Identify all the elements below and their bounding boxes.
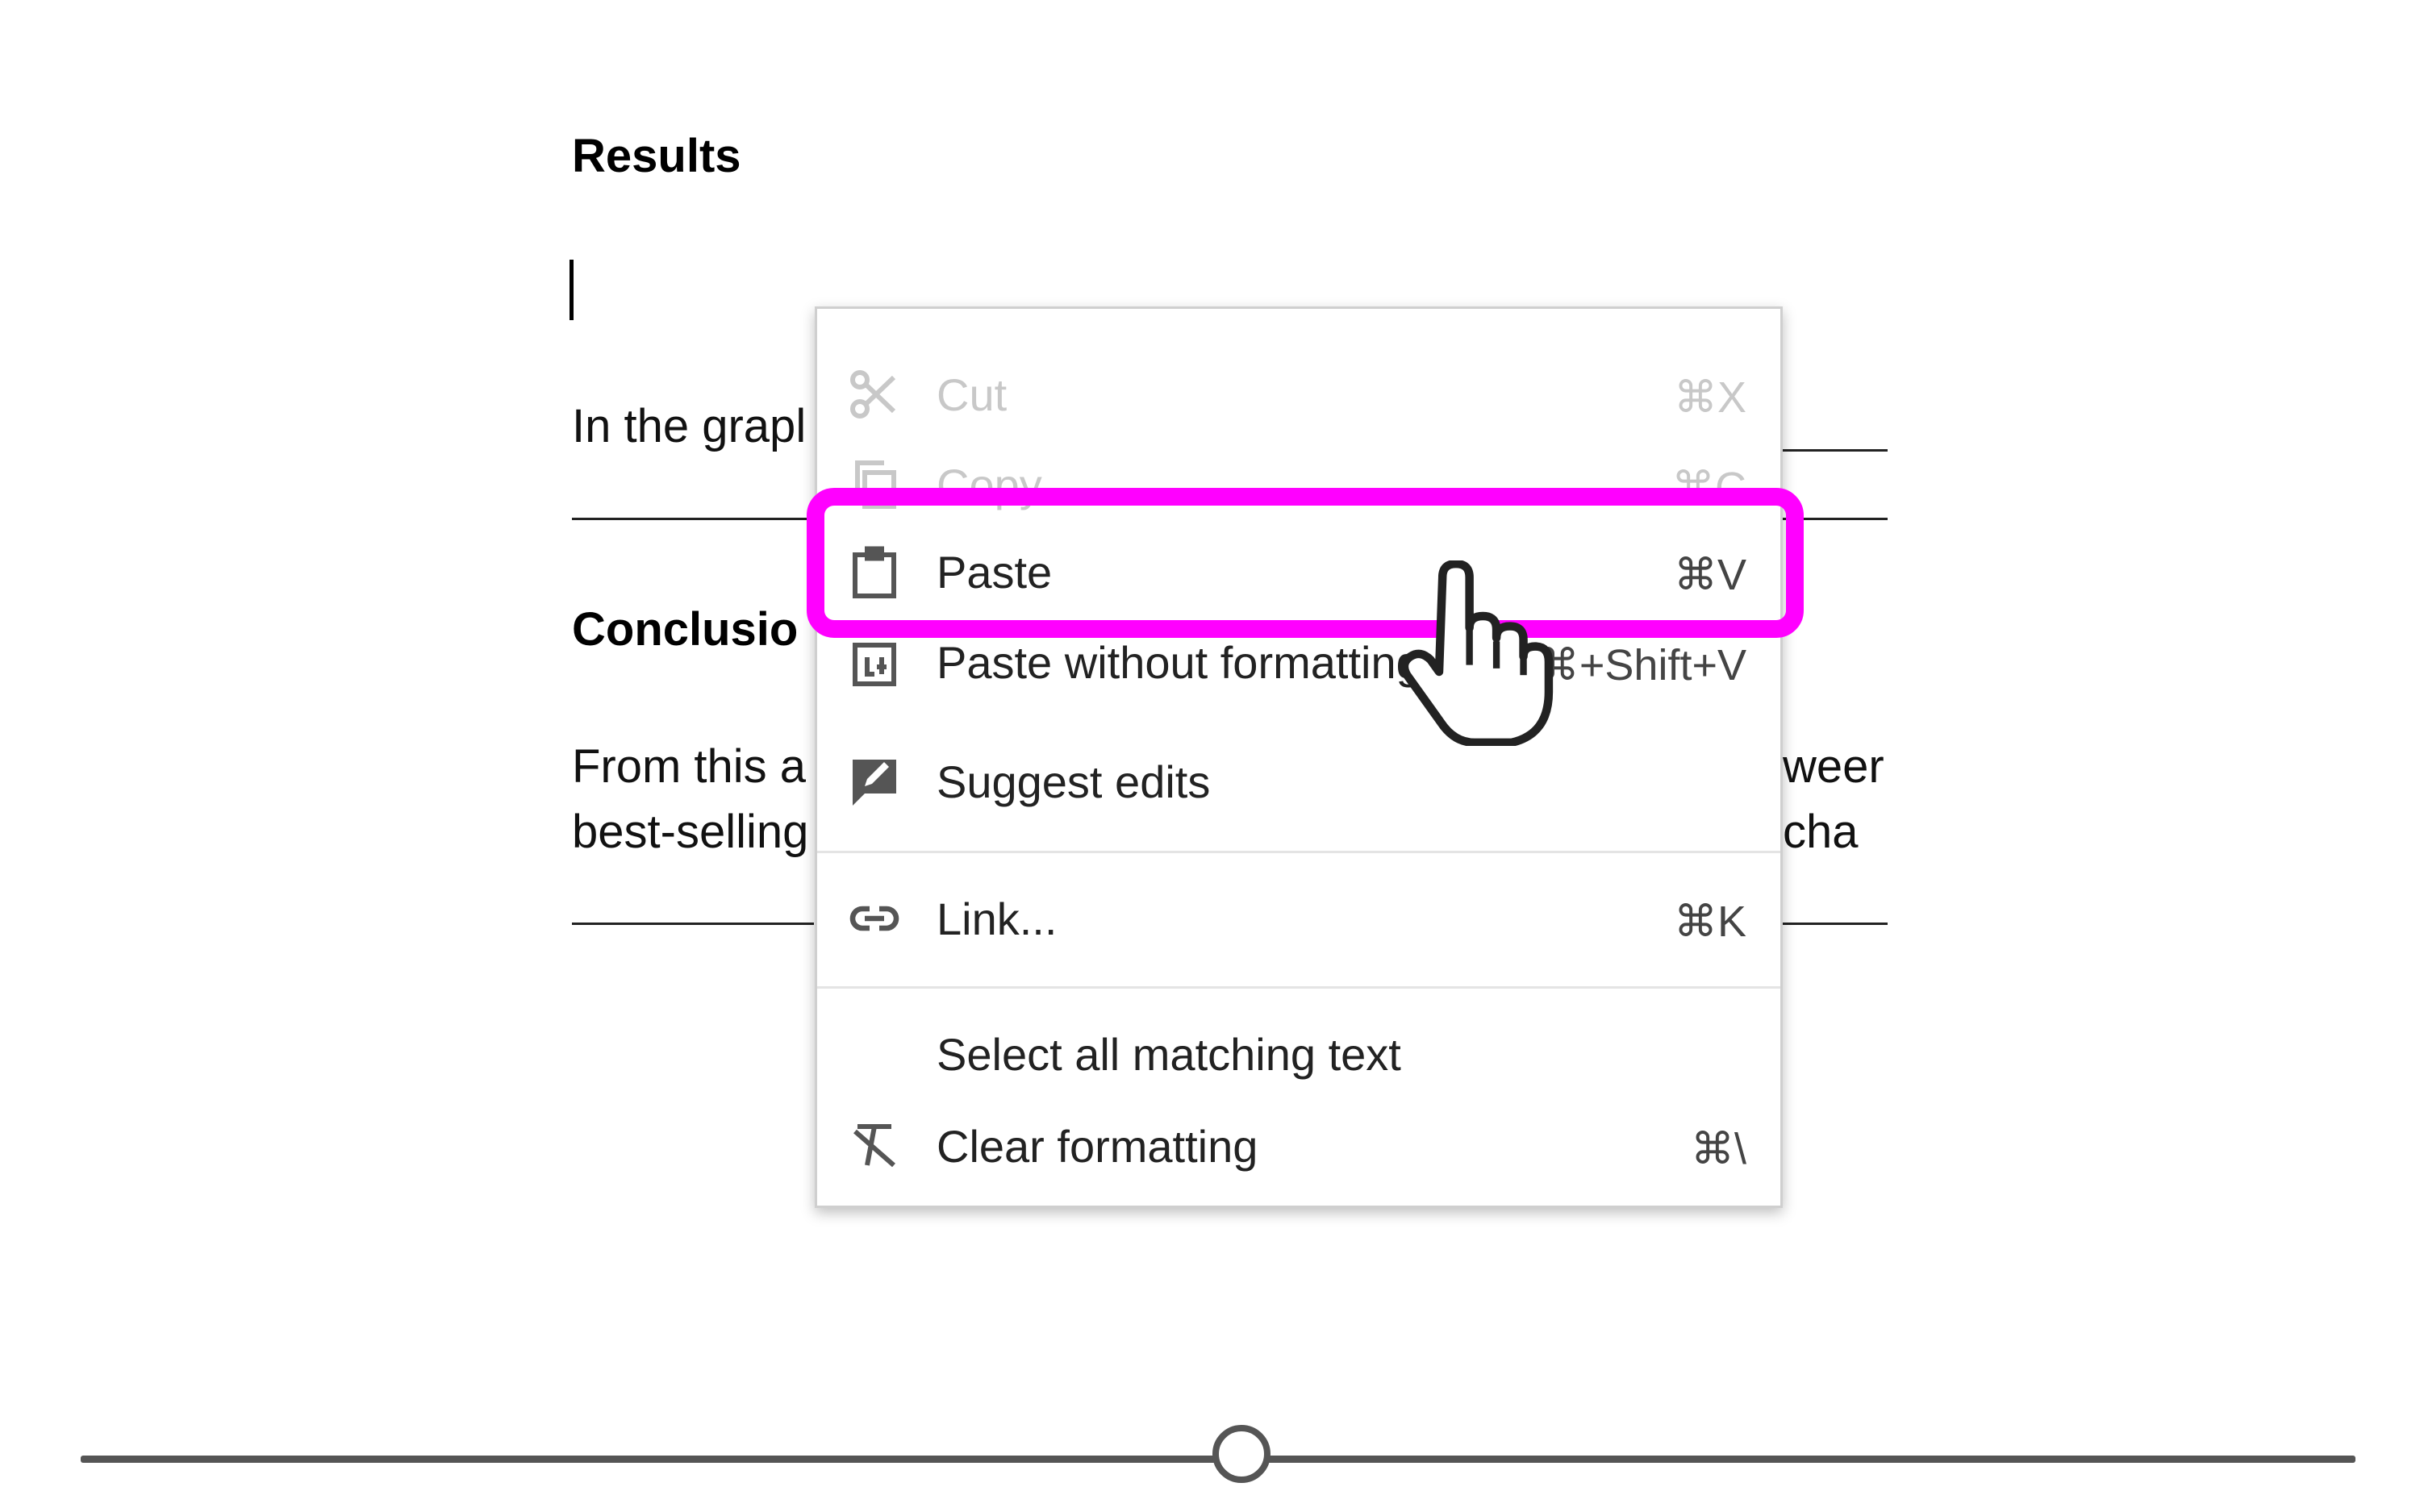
answer-blank-line — [1783, 449, 1888, 452]
answer-blank-line — [1783, 923, 1888, 925]
scissors-icon — [845, 365, 903, 423]
menu-item-label: Paste without formatting — [937, 637, 1421, 688]
answer-blank-line — [572, 923, 814, 925]
paste-highlight-box — [807, 488, 1804, 638]
menu-item-shortcut: ⌘K — [1673, 898, 1746, 946]
menu-separator — [817, 986, 1780, 989]
paragraph-2-line-1[interactable]: From this a — [572, 739, 806, 793]
timeline-slider[interactable] — [81, 1425, 2355, 1483]
menu-item-shortcut: ⌘+Shift+V — [1535, 641, 1746, 689]
menu-item-label: Clear formatting — [937, 1121, 1258, 1172]
text-cursor — [570, 260, 574, 320]
menu-item-clear-formatting[interactable]: Clear formatting ⌘\ — [817, 1101, 1780, 1189]
paragraph-2-line-2-right[interactable]: cha — [1783, 805, 1888, 859]
conclusion-heading: Conclusio — [572, 603, 799, 656]
menu-item-label: Cut — [937, 369, 1008, 420]
menu-item-label: Link... — [937, 893, 1058, 944]
menu-separator — [817, 851, 1780, 853]
hand-pointer-icon — [1387, 559, 1565, 748]
menu-item-cut[interactable]: Cut ⌘X — [817, 349, 1780, 438]
paragraph-2-line-1-right[interactable]: weer — [1783, 739, 1888, 793]
answer-blank-line — [572, 518, 814, 520]
menu-item-label: Suggest edits — [937, 756, 1211, 807]
link-icon — [845, 889, 903, 948]
suggest-edit-icon — [845, 752, 903, 810]
menu-item-suggest-edits[interactable]: Suggest edits — [817, 736, 1780, 825]
results-heading: Results — [572, 130, 741, 182]
menu-item-label: Select all matching text — [937, 1029, 1401, 1080]
timeline-knob[interactable] — [1212, 1425, 1270, 1483]
menu-item-shortcut: ⌘X — [1673, 373, 1746, 422]
menu-item-select-all-matching[interactable]: Select all matching text — [817, 1009, 1780, 1098]
menu-item-link[interactable]: Link... ⌘K — [817, 873, 1780, 962]
context-menu: Cut ⌘X Copy ⌘C Paste without formatting … — [815, 306, 1783, 1208]
paste-plain-icon — [845, 633, 903, 691]
menu-item-shortcut: ⌘\ — [1690, 1125, 1746, 1173]
paragraph-2-line-2[interactable]: best-selling — [572, 805, 808, 859]
paragraph-1[interactable]: In the grapl — [572, 399, 806, 453]
clear-format-icon — [845, 1117, 903, 1175]
